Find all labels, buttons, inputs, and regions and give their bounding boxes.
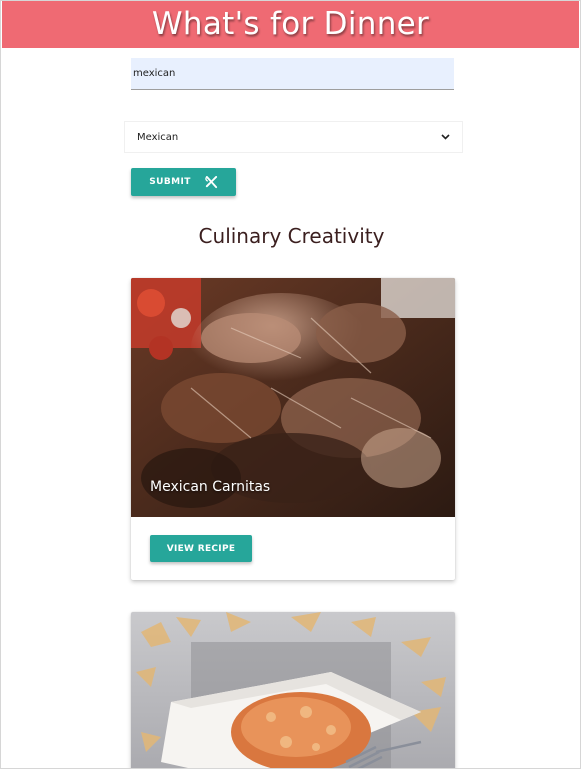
- cuisine-select-value: Mexican: [137, 131, 179, 143]
- section-title: Culinary Creativity: [198, 224, 385, 248]
- app-frame: What's for Dinner Mexican SUBMIT Culinar…: [0, 0, 581, 769]
- app-header: What's for Dinner: [2, 1, 579, 48]
- recipe-title: Mexican Carnitas: [150, 479, 271, 495]
- submit-button[interactable]: SUBMIT: [131, 168, 236, 196]
- view-recipe-button[interactable]: VIEW RECIPE: [150, 535, 252, 562]
- submit-button-label: SUBMIT: [149, 177, 191, 187]
- recipe-image: Mexican Carnitas: [131, 278, 455, 517]
- recipe-card: [131, 612, 455, 768]
- chevron-down-icon: [441, 132, 450, 143]
- recipe-card: Mexican Carnitas VIEW RECIPE: [131, 278, 455, 580]
- app-title: What's for Dinner: [151, 6, 430, 42]
- recipe-image: [131, 612, 455, 768]
- card-action: VIEW RECIPE: [131, 517, 455, 580]
- utensils-icon: [205, 175, 218, 189]
- cuisine-select[interactable]: Mexican: [124, 121, 463, 153]
- search-input[interactable]: [131, 58, 454, 90]
